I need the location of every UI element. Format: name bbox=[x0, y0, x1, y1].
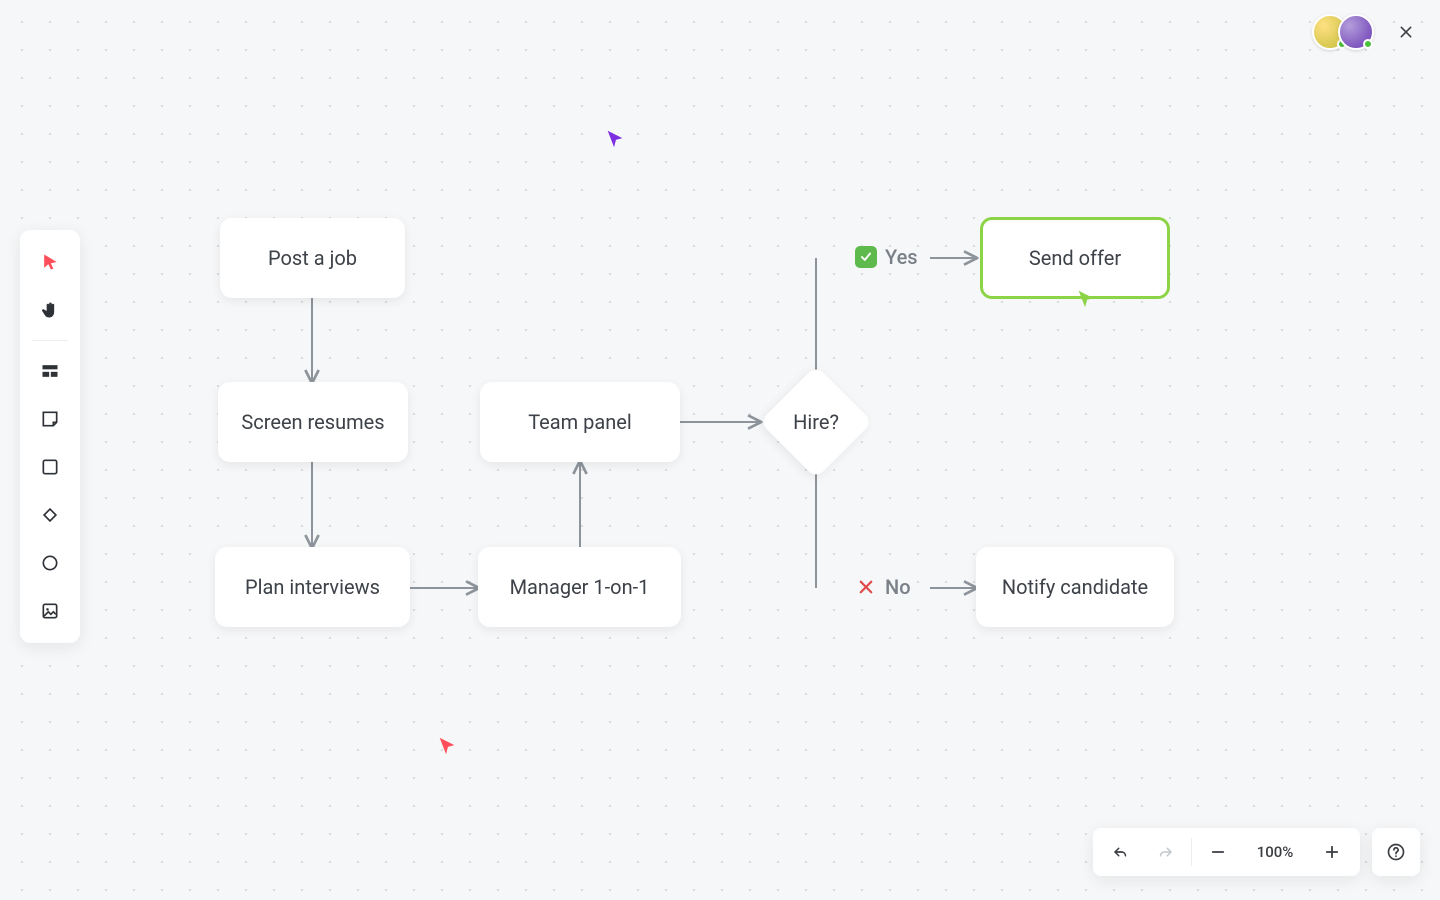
canvas[interactable]: Post a job Screen resumes Plan interview… bbox=[0, 0, 1440, 900]
zoom-bar: 100% bbox=[1093, 828, 1420, 876]
zoom-level[interactable]: 100% bbox=[1240, 843, 1310, 861]
node-label: Manager 1-on-1 bbox=[510, 575, 650, 599]
branch-label: No bbox=[885, 575, 911, 599]
node-manager-1on1[interactable]: Manager 1-on-1 bbox=[478, 547, 681, 627]
zoom-out-button[interactable] bbox=[1196, 830, 1240, 874]
tool-select[interactable] bbox=[28, 240, 72, 284]
toolbar bbox=[20, 230, 80, 643]
tool-sticky[interactable] bbox=[28, 397, 72, 441]
x-icon bbox=[855, 576, 877, 598]
tool-template[interactable] bbox=[28, 349, 72, 393]
node-screen-resumes[interactable]: Screen resumes bbox=[218, 382, 408, 462]
collaborator-cursor-green bbox=[1075, 288, 1097, 314]
minus-icon bbox=[1209, 843, 1227, 861]
node-label: Notify candidate bbox=[1002, 575, 1148, 599]
tool-diamond[interactable] bbox=[28, 493, 72, 537]
undo-icon bbox=[1112, 843, 1130, 861]
tool-rectangle[interactable] bbox=[28, 445, 72, 489]
tool-image[interactable] bbox=[28, 589, 72, 633]
node-label: Hire? bbox=[776, 382, 856, 462]
node-label: Screen resumes bbox=[241, 410, 384, 434]
node-notify-candidate[interactable]: Notify candidate bbox=[976, 547, 1174, 627]
sticky-note-icon bbox=[40, 409, 60, 429]
connectors bbox=[0, 0, 1440, 900]
diamond-icon bbox=[40, 505, 60, 525]
avatar[interactable] bbox=[1338, 14, 1374, 50]
template-icon bbox=[40, 361, 60, 381]
zoom-panel: 100% bbox=[1093, 828, 1360, 876]
node-label: Send offer bbox=[1029, 246, 1121, 270]
collaborator-avatars bbox=[1312, 14, 1374, 50]
node-send-offer[interactable]: Send offer bbox=[980, 217, 1170, 299]
image-icon bbox=[40, 601, 60, 621]
redo-button[interactable] bbox=[1143, 830, 1187, 874]
check-icon bbox=[855, 246, 877, 268]
help-button[interactable] bbox=[1372, 828, 1420, 876]
node-label: Post a job bbox=[268, 246, 357, 270]
zoom-in-button[interactable] bbox=[1310, 830, 1354, 874]
circle-icon bbox=[40, 553, 60, 573]
square-icon bbox=[40, 457, 60, 477]
node-post-job[interactable]: Post a job bbox=[220, 218, 405, 298]
close-button[interactable] bbox=[1392, 18, 1420, 46]
zoom-divider bbox=[1191, 838, 1192, 866]
hand-icon bbox=[40, 300, 60, 320]
presence-dot bbox=[1363, 39, 1373, 49]
close-icon bbox=[1398, 24, 1414, 40]
plus-icon bbox=[1323, 843, 1341, 861]
topbar bbox=[1312, 14, 1420, 50]
tool-pan[interactable] bbox=[28, 288, 72, 332]
node-decision-hire[interactable]: Hire? bbox=[776, 382, 856, 462]
collaborator-cursor-red bbox=[436, 735, 458, 761]
node-plan-interviews[interactable]: Plan interviews bbox=[215, 547, 410, 627]
redo-icon bbox=[1156, 843, 1174, 861]
node-label: Plan interviews bbox=[245, 575, 380, 599]
tool-circle[interactable] bbox=[28, 541, 72, 585]
node-label: Team panel bbox=[528, 410, 632, 434]
cursor-icon bbox=[40, 252, 60, 272]
branch-no[interactable]: No bbox=[855, 575, 911, 599]
toolbar-divider bbox=[32, 340, 68, 341]
undo-button[interactable] bbox=[1099, 830, 1143, 874]
branch-label: Yes bbox=[885, 245, 918, 269]
collaborator-cursor-purple bbox=[604, 128, 626, 154]
help-icon bbox=[1386, 842, 1406, 862]
branch-yes[interactable]: Yes bbox=[855, 245, 918, 269]
node-team-panel[interactable]: Team panel bbox=[480, 382, 680, 462]
